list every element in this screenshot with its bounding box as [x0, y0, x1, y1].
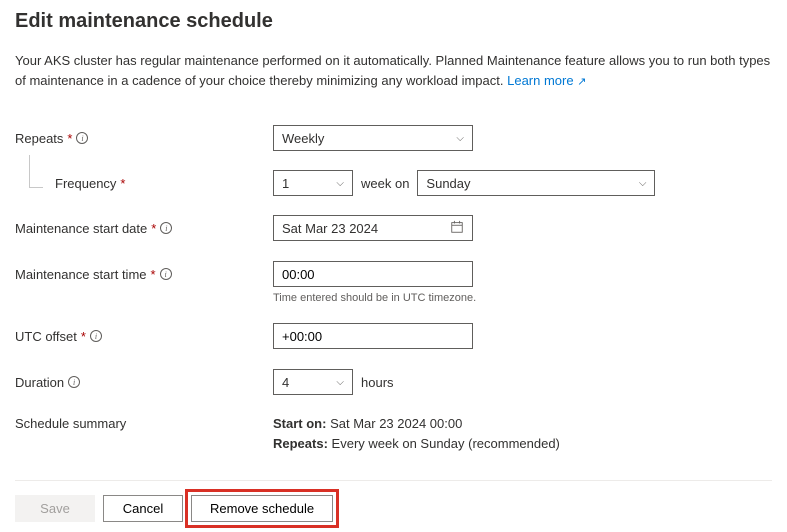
info-icon[interactable]: i	[160, 268, 172, 280]
summary-content: Start on: Sat Mar 23 2024 00:00 Repeats:…	[273, 414, 560, 453]
tree-indent-line	[29, 155, 43, 188]
required-asterisk: *	[67, 131, 72, 146]
start-time-input[interactable]	[273, 261, 473, 287]
chevron-down-icon: ⌵	[456, 133, 464, 144]
utc-offset-label: UTC offset * i	[15, 329, 273, 344]
duration-unit: hours	[361, 375, 394, 390]
cancel-button[interactable]: Cancel	[103, 495, 183, 522]
chevron-down-icon: ⌵	[336, 377, 344, 388]
footer: Save Cancel Remove schedule	[15, 480, 772, 522]
repeats-select[interactable]: Weekly ⌵	[273, 125, 473, 151]
start-time-hint: Time entered should be in UTC timezone.	[273, 292, 772, 304]
duration-label: Duration i	[15, 375, 273, 390]
required-asterisk: *	[151, 267, 156, 282]
learn-more-link[interactable]: Learn more	[507, 73, 573, 88]
utc-offset-input[interactable]	[273, 323, 473, 349]
chevron-down-icon: ⌵	[336, 178, 344, 189]
save-button: Save	[15, 495, 95, 522]
remove-schedule-button[interactable]: Remove schedule	[191, 495, 333, 522]
info-icon[interactable]: i	[76, 132, 88, 144]
chevron-down-icon: ⌵	[639, 178, 647, 189]
start-time-label: Maintenance start time * i	[15, 267, 273, 282]
frequency-interval-select[interactable]: 1 ⌵	[273, 170, 353, 196]
external-link-icon: ↗	[577, 76, 586, 88]
page-title: Edit maintenance schedule	[15, 10, 772, 33]
required-asterisk: *	[81, 329, 86, 344]
description-text: Your AKS cluster has regular maintenance…	[15, 53, 770, 88]
frequency-day-select[interactable]: Sunday ⌵	[417, 170, 655, 196]
calendar-icon	[450, 220, 464, 237]
info-icon[interactable]: i	[160, 222, 172, 234]
duration-select[interactable]: 4 ⌵	[273, 369, 353, 395]
frequency-label: Frequency *	[55, 176, 273, 191]
info-icon[interactable]: i	[90, 330, 102, 342]
required-asterisk: *	[151, 221, 156, 236]
start-date-input[interactable]: Sat Mar 23 2024	[273, 215, 473, 241]
description: Your AKS cluster has regular maintenance…	[15, 51, 772, 90]
start-date-label: Maintenance start date * i	[15, 221, 273, 236]
repeats-label: Repeats * i	[15, 131, 273, 146]
info-icon[interactable]: i	[68, 376, 80, 388]
summary-label: Schedule summary	[15, 414, 273, 431]
required-asterisk: *	[120, 176, 125, 191]
week-on-text: week on	[361, 176, 409, 191]
